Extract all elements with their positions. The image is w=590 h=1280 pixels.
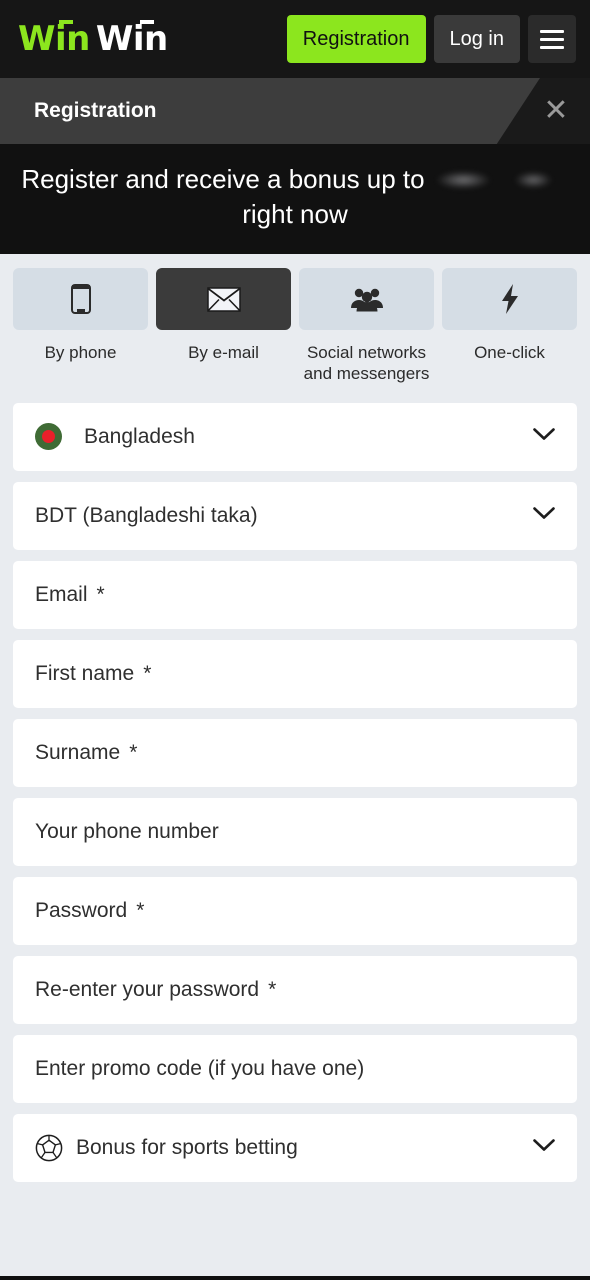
method-tab-label: Social networks and messengers — [303, 343, 430, 384]
football-ball-icon — [35, 1134, 63, 1162]
bonus-banner-text-before: Register and receive a bonus up to — [21, 164, 425, 194]
password-field-placeholder: Password — [35, 898, 128, 922]
bottom-edge-strip — [0, 1276, 590, 1280]
lightning-bolt-icon — [500, 284, 520, 315]
chevron-down-icon — [533, 427, 555, 446]
close-icon[interactable]: ✕ — [522, 78, 590, 144]
method-tab-one-click[interactable]: One-click — [442, 268, 577, 385]
method-tile-one-click — [442, 268, 577, 331]
site-logo[interactable]: Win Win — [18, 19, 168, 59]
registration-method-tabs: By phone By e-mail Social networks and m… — [13, 268, 577, 385]
method-tab-social-networks[interactable]: Social networks and messengers — [299, 268, 434, 385]
bonus-type-select-value: Bonus for sports betting — [76, 1135, 298, 1159]
currency-select-value: BDT (Bangladeshi taka) — [35, 503, 258, 527]
modal-header: Registration ✕ — [0, 78, 590, 144]
password-field[interactable]: Password * — [13, 876, 577, 945]
email-field-placeholder: Email — [35, 582, 88, 606]
chevron-down-icon — [533, 1138, 555, 1157]
login-button[interactable]: Log in — [433, 15, 520, 63]
logo-text-primary: Win — [18, 19, 90, 59]
tab-registration[interactable]: Registration — [0, 78, 540, 144]
required-marker: * — [268, 977, 277, 1001]
method-tile-by-phone — [13, 268, 148, 331]
method-tab-label: By e-mail — [188, 343, 259, 363]
bonus-amount-redacted — [426, 168, 567, 192]
tab-registration-label: Registration — [34, 99, 157, 122]
registration-form: By phone By e-mail Social networks and m… — [0, 254, 590, 1276]
phone-number-field-placeholder: Your phone number — [35, 819, 219, 843]
flag-dot — [42, 430, 55, 444]
email-field[interactable]: Email * — [13, 560, 577, 629]
country-select[interactable]: Bangladesh — [13, 402, 577, 471]
method-tab-label: By phone — [44, 343, 117, 363]
confirm-password-field-placeholder: Re-enter your password — [35, 977, 260, 1001]
method-tab-label: One-click — [474, 343, 545, 363]
hamburger-menu-icon[interactable] — [528, 15, 576, 63]
method-tab-by-phone[interactable]: By phone — [13, 268, 148, 385]
bonus-type-select[interactable]: Bonus for sports betting — [13, 1113, 577, 1182]
method-tab-by-email[interactable]: By e-mail — [156, 268, 291, 385]
people-group-icon — [350, 286, 384, 312]
first-name-field[interactable]: First name * — [13, 639, 577, 708]
hamburger-bar — [540, 29, 564, 33]
top-navigation-bar: Win Win Registration Log in — [0, 0, 590, 78]
method-tile-by-email — [156, 268, 291, 331]
bangladesh-flag-icon — [35, 423, 62, 451]
promo-code-field-placeholder: Enter promo code (if you have one) — [35, 1056, 365, 1080]
registration-screen: Win Win Registration Log in Registration … — [0, 0, 590, 1280]
required-marker: * — [96, 582, 105, 606]
surname-field-placeholder: Surname — [35, 740, 121, 764]
phone-number-field[interactable]: Your phone number — [13, 797, 577, 866]
promo-code-field[interactable]: Enter promo code (if you have one) — [13, 1034, 577, 1103]
surname-field[interactable]: Surname * — [13, 718, 577, 787]
envelope-icon — [206, 286, 241, 312]
hamburger-bar — [540, 37, 564, 41]
required-marker: * — [129, 740, 138, 764]
registration-button[interactable]: Registration — [286, 15, 426, 63]
chevron-down-icon — [533, 506, 555, 525]
phone-icon — [70, 284, 91, 315]
required-marker: * — [143, 661, 152, 685]
logo-text-secondary: Win — [95, 19, 168, 59]
confirm-password-field[interactable]: Re-enter your password * — [13, 955, 577, 1024]
bonus-banner-text-after: right now — [242, 199, 348, 230]
top-navigation-actions: Registration Log in — [286, 15, 576, 63]
method-tile-social-networks — [299, 268, 434, 331]
country-select-value: Bangladesh — [84, 424, 195, 448]
bonus-banner: Register and receive a bonus up to right… — [0, 144, 590, 255]
required-marker: * — [136, 898, 145, 922]
hamburger-bar — [540, 45, 564, 49]
first-name-field-placeholder: First name — [35, 661, 135, 685]
currency-select[interactable]: BDT (Bangladeshi taka) — [13, 481, 577, 550]
